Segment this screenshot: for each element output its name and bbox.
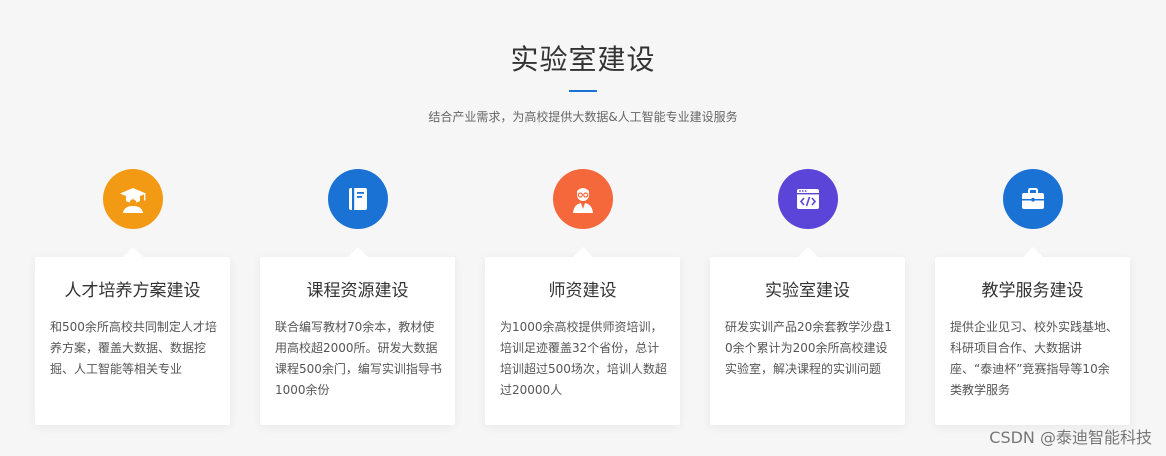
code-window-icon <box>778 169 838 229</box>
card-body: 师资建设 为1000余高校提供师资培训，培训足迹覆盖32个省份，总计培训超过50… <box>485 247 680 425</box>
feature-cards: 人才培养方案建设 和500余所高校共同制定人才培养方案，覆盖大数据、数据挖掘、人… <box>35 167 1135 427</box>
card-description: 和500余所高校共同制定人才培养方案，覆盖大数据、数据挖掘、人工智能等相关专业 <box>50 320 217 376</box>
card-description: 研发实训产品20余套教学沙盘10余个累计为200余所高校建设实验室，解决课程的实… <box>725 320 892 376</box>
section-subtitle: 结合产业需求，为高校提供大数据&人工智能专业建设服务 <box>428 110 738 124</box>
graduate-icon <box>103 169 163 229</box>
card-title: 教学服务建设 <box>981 281 1084 301</box>
card-title: 课程资源建设 <box>306 281 409 301</box>
feature-card-lab[interactable]: 实验室建设 研发实训产品20余套教学沙盘10余个累计为200余所高校建设实验室，… <box>710 167 905 425</box>
section-title: 实验室建设 <box>510 43 656 76</box>
card-description: 为1000余高校提供师资培训，培训足迹覆盖32个省份，总计培训超过500场次，培… <box>500 320 667 397</box>
briefcase-icon <box>1003 169 1063 229</box>
book-icon <box>328 169 388 229</box>
card-title: 师资建设 <box>548 281 617 301</box>
card-body: 课程资源建设 联合编写教材70余本，教材使用高校超2000所。研发大数据课程50… <box>260 247 455 425</box>
card-body: 教学服务建设 提供企业见习、校外实践基地、科研项目合作、大数据讲座、“泰迪杯”竞… <box>935 247 1130 425</box>
title-underline <box>569 90 597 92</box>
teacher-icon <box>553 169 613 229</box>
feature-card-course[interactable]: 课程资源建设 联合编写教材70余本，教材使用高校超2000所。研发大数据课程50… <box>260 167 455 425</box>
feature-card-faculty[interactable]: 师资建设 为1000余高校提供师资培训，培训足迹覆盖32个省份，总计培训超过50… <box>485 167 680 425</box>
card-body: 人才培养方案建设 和500余所高校共同制定人才培养方案，覆盖大数据、数据挖掘、人… <box>35 247 230 425</box>
feature-card-teaching-service[interactable]: 教学服务建设 提供企业见习、校外实践基地、科研项目合作、大数据讲座、“泰迪杯”竞… <box>935 167 1130 425</box>
feature-card-talent[interactable]: 人才培养方案建设 和500余所高校共同制定人才培养方案，覆盖大数据、数据挖掘、人… <box>35 167 230 425</box>
card-description: 提供企业见习、校外实践基地、科研项目合作、大数据讲座、“泰迪杯”竞赛指导等10余… <box>950 320 1119 397</box>
card-description: 联合编写教材70余本，教材使用高校超2000所。研发大数据课程500余门，编写实… <box>275 320 442 397</box>
card-body: 实验室建设 研发实训产品20余套教学沙盘10余个累计为200余所高校建设实验室，… <box>710 247 905 425</box>
watermark: CSDN @泰迪智能科技 <box>989 428 1152 447</box>
card-title: 人才培养方案建设 <box>64 281 201 301</box>
card-title: 实验室建设 <box>765 281 850 301</box>
